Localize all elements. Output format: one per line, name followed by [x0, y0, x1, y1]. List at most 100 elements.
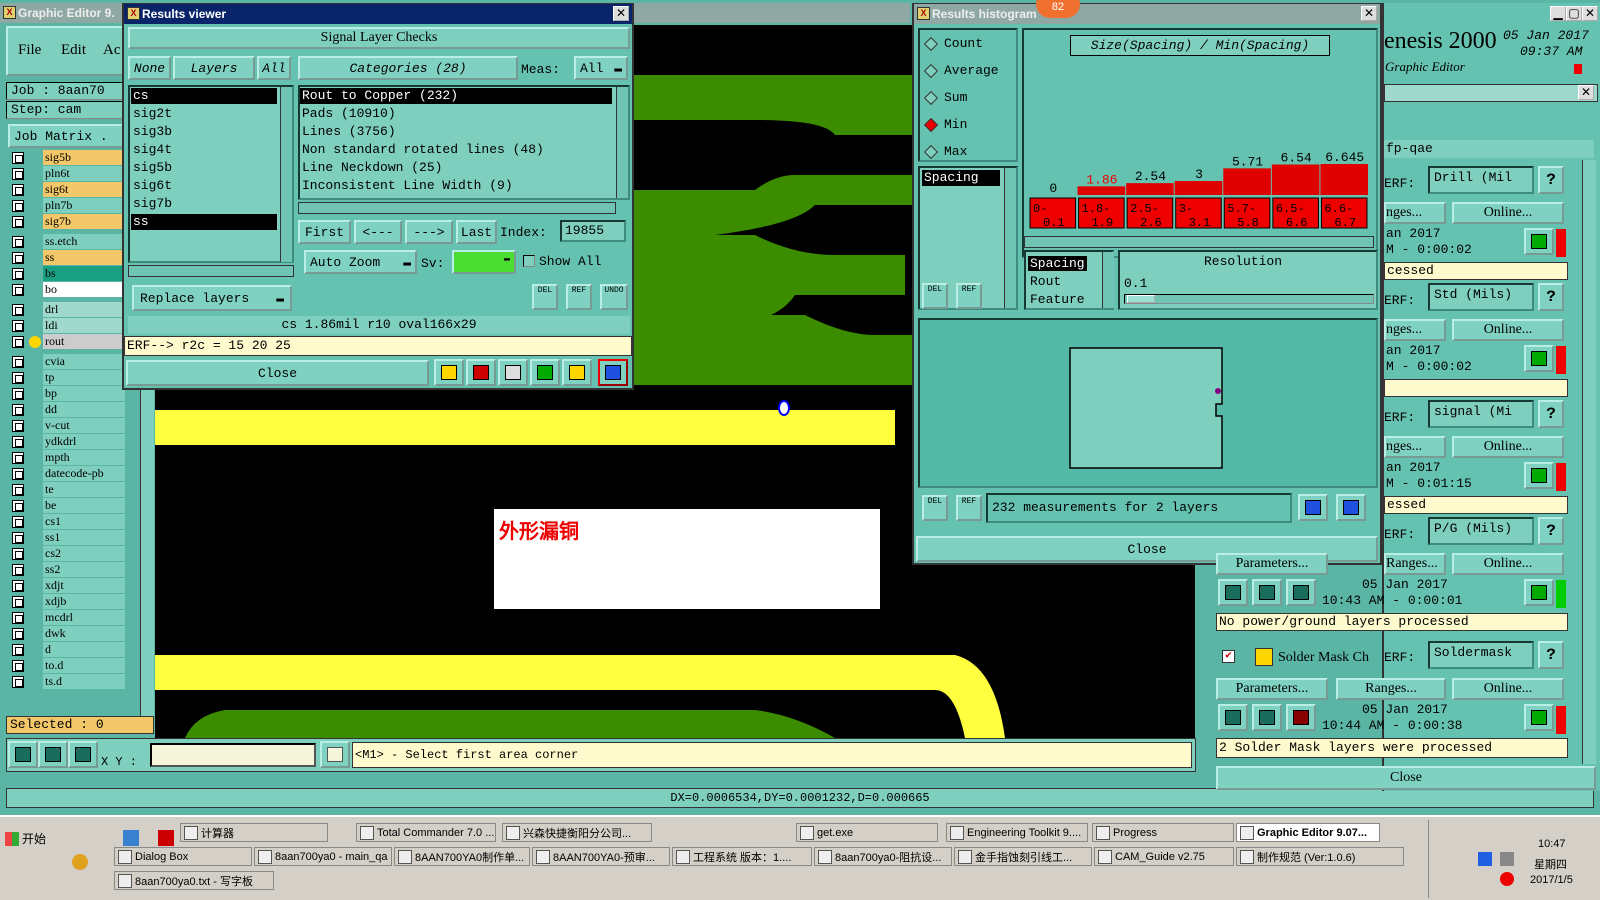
histogram-bar[interactable] [1271, 164, 1320, 195]
row-ranges-button[interactable]: nges... [1384, 436, 1446, 458]
main-title-bar[interactable]: X Graphic Editor 9. [0, 3, 122, 23]
sub-close-icon[interactable]: ✕ [1578, 85, 1594, 100]
layer-row[interactable]: xdjb [10, 594, 125, 610]
layer-row[interactable]: pln6t [10, 166, 125, 182]
slider-thumb[interactable] [1127, 295, 1155, 303]
layer-row[interactable]: rout [10, 334, 125, 350]
rv-stop-icon[interactable] [466, 359, 496, 386]
hist-attr-rout[interactable]: Rout [1030, 274, 1061, 289]
layer-checkbox[interactable] [12, 356, 24, 368]
histogram-bar[interactable] [1126, 183, 1174, 195]
layer-checkbox[interactable] [12, 516, 24, 528]
layer-checkbox[interactable] [12, 452, 24, 464]
row-ranges-button[interactable]: Ranges... [1384, 553, 1446, 575]
minimize-icon[interactable]: ▁ [1550, 6, 1566, 21]
row-view-icon[interactable] [1524, 579, 1554, 606]
rv-layer-item[interactable]: sig5b [131, 160, 277, 176]
tray-icon-1[interactable] [1478, 852, 1492, 866]
rv-category-item[interactable]: Lines (3756) [300, 124, 612, 140]
row-help-button[interactable]: ? [1538, 400, 1564, 428]
row-erf-field[interactable]: signal (Mi [1428, 400, 1534, 428]
menu-actions[interactable]: Ac [103, 42, 121, 59]
taskbar-button[interactable]: Progress [1092, 823, 1234, 842]
taskbar-button[interactable]: 8AAN700YA0制作单... [394, 847, 530, 866]
layer-checkbox[interactable] [12, 420, 24, 432]
row-run-icon[interactable] [1218, 579, 1248, 606]
layer-checkbox[interactable] [12, 388, 24, 400]
layer-row[interactable]: ldi [10, 318, 125, 334]
rv-erf-icon[interactable] [498, 359, 528, 386]
histogram-bar[interactable] [1223, 168, 1271, 195]
layer-row[interactable]: ss1 [10, 530, 125, 546]
taskbar-button[interactable]: 工程系统 版本：1.... [672, 847, 812, 866]
layer-checkbox[interactable] [12, 548, 24, 560]
row-help-button[interactable]: ? [1538, 283, 1564, 311]
rv-none-button[interactable]: None [128, 56, 171, 80]
hist-list-scroll[interactable] [1004, 168, 1016, 308]
taskbar-button[interactable]: 制作规范 (Ver:1.0.6) [1236, 847, 1404, 866]
row-help-button[interactable]: ? [1538, 517, 1564, 545]
rv-replace-layers-button[interactable]: Replace layers ▬ [132, 285, 292, 311]
layer-row[interactable]: mcdrl [10, 610, 125, 626]
layer-row[interactable]: ts.d [10, 674, 125, 690]
xy-input[interactable] [150, 743, 316, 767]
rv-del-button[interactable]: DEL [532, 284, 558, 310]
rv-prev-button[interactable]: <--- [354, 220, 402, 244]
hist-zoom-area-icon[interactable] [1336, 494, 1366, 521]
histogram-titlebar[interactable]: X Results histogram ✕ [914, 4, 1380, 24]
taskbar-button[interactable]: 金手指蚀刻引线工... [954, 847, 1092, 866]
quicklaunch-icon-2[interactable] [158, 830, 174, 846]
layer-checkbox[interactable] [12, 644, 24, 656]
rv-layer-item[interactable]: sig3b [131, 124, 277, 140]
rv-report-icon[interactable] [562, 359, 592, 386]
row-help-button[interactable]: ? [1538, 166, 1564, 194]
layer-row[interactable]: drl [10, 302, 125, 318]
histogram-bar[interactable] [1077, 186, 1126, 195]
right-scrollbar[interactable] [1582, 160, 1596, 764]
rv-layers-button[interactable]: Layers [173, 56, 255, 80]
row-stop-icon[interactable] [1286, 579, 1316, 606]
hist-del-button[interactable]: DEL [922, 283, 948, 309]
rv-cat-scroll-h[interactable] [298, 202, 616, 214]
row-parameters-button[interactable]: Parameters... [1216, 553, 1328, 575]
layer-row[interactable]: bp [10, 386, 125, 402]
taskbar-button[interactable]: 计算器 [180, 823, 328, 842]
rv-layer-item[interactable]: sig6t [131, 178, 277, 194]
results-viewer-titlebar[interactable]: X Results viewer ✕ [124, 4, 632, 24]
taskbar-button[interactable]: Dialog Box [114, 847, 252, 866]
hist-option-max[interactable]: Max [944, 144, 967, 159]
layer-row[interactable]: sig7b [10, 214, 125, 230]
row-online-button[interactable]: Online... [1452, 436, 1564, 458]
rv-layer-item[interactable]: sig7b [131, 196, 277, 212]
layer-checkbox[interactable] [12, 216, 24, 228]
hist-option-average[interactable]: Average [944, 63, 999, 78]
layer-row[interactable]: mpth [10, 450, 125, 466]
zoom-tool-icon[interactable] [8, 741, 38, 768]
layer-checkbox[interactable] [12, 320, 24, 332]
histogram-bar[interactable] [1320, 164, 1368, 195]
layer-row[interactable]: to.d [10, 658, 125, 674]
layer-checkbox[interactable] [12, 252, 24, 264]
layer-row[interactable]: ss.etch [10, 234, 125, 250]
quicklaunch-icon-1[interactable] [123, 830, 139, 846]
rv-ref-button[interactable]: REF [566, 284, 592, 310]
layer-row[interactable]: v-cut [10, 418, 125, 434]
solder-online-button[interactable]: Online... [1452, 678, 1564, 700]
rv-category-item[interactable]: Inconsistent Line Width (9) [300, 178, 612, 194]
grid-tool-icon[interactable] [68, 741, 98, 768]
layer-row[interactable]: ss [10, 250, 125, 266]
taskbar-button[interactable]: Engineering Toolkit 9.... [946, 823, 1088, 842]
layer-row[interactable]: bs [10, 266, 125, 282]
layer-checkbox[interactable] [12, 532, 24, 544]
layer-row[interactable]: datecode-pb [10, 466, 125, 482]
layer-row[interactable]: xdjt [10, 578, 125, 594]
layer-row[interactable]: bo [10, 282, 125, 298]
solder-parameters-button[interactable]: Parameters... [1216, 678, 1328, 700]
close-icon[interactable]: ✕ [1582, 6, 1598, 21]
hist-option-min[interactable]: Min [944, 117, 967, 132]
layer-row[interactable]: ss2 [10, 562, 125, 578]
solder-view-icon[interactable] [1524, 704, 1554, 731]
layer-checkbox[interactable] [12, 304, 24, 316]
hist-attr-spacing[interactable]: Spacing [1028, 256, 1087, 271]
row-online-button[interactable]: Online... [1452, 553, 1564, 575]
